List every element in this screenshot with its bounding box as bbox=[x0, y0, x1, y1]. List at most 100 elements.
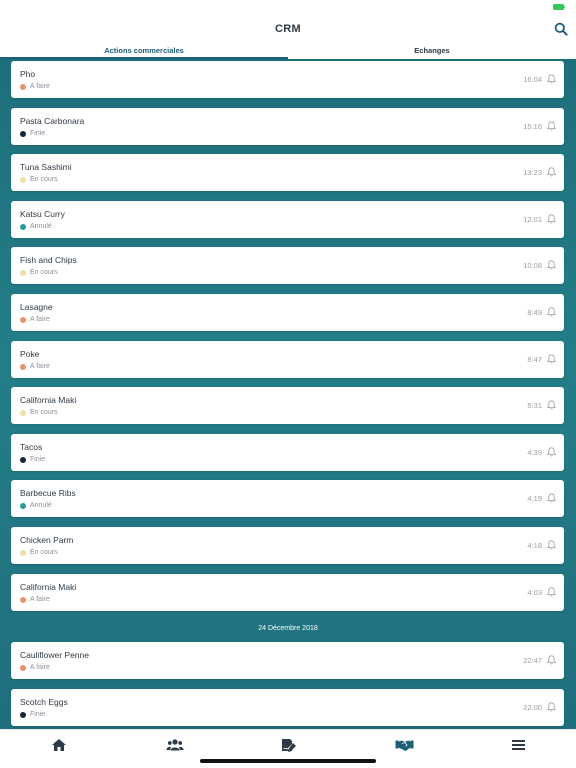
status-badge: A faire bbox=[20, 596, 50, 603]
status-badge: Finie bbox=[20, 711, 45, 718]
status-badge: A faire bbox=[20, 363, 50, 370]
bell-icon[interactable] bbox=[547, 493, 556, 503]
item-time: 13:23 bbox=[523, 168, 542, 177]
item-time: 10:08 bbox=[523, 261, 542, 270]
list-item[interactable]: Katsu Curry Annulé 12:01 bbox=[11, 201, 564, 238]
list-item[interactable]: Chicken Parm En cours 4:18 bbox=[11, 527, 564, 564]
list-item[interactable]: Pasta Carbonara Finie 15:16 bbox=[11, 108, 564, 145]
item-title: Tuna Sashimi bbox=[20, 162, 72, 172]
status-label: A faire bbox=[30, 316, 50, 323]
status-label: En cours bbox=[30, 269, 58, 276]
bell-icon[interactable] bbox=[547, 655, 556, 665]
list-item[interactable]: Tuna Sashimi En cours 13:23 bbox=[11, 154, 564, 191]
item-time: 22:00 bbox=[523, 703, 542, 712]
signature-icon[interactable] bbox=[281, 738, 297, 752]
item-time: 8:49 bbox=[527, 308, 542, 317]
status-dot bbox=[20, 223, 26, 230]
item-time: 4:39 bbox=[527, 448, 542, 457]
bell-icon[interactable] bbox=[547, 167, 556, 177]
status-dot bbox=[20, 409, 26, 416]
home-indicator bbox=[200, 759, 376, 763]
list-item[interactable]: Fish and Chips En cours 10:08 bbox=[11, 247, 564, 284]
list-item[interactable]: Lasagne A faire 8:49 bbox=[11, 294, 564, 331]
status-dot bbox=[20, 596, 26, 603]
status-badge: Annulé bbox=[20, 223, 52, 230]
home-icon[interactable] bbox=[51, 738, 67, 752]
list-item[interactable]: Cauliflower Penne A faire 22:47 bbox=[11, 642, 564, 679]
status-dot bbox=[20, 269, 26, 276]
bell-icon[interactable] bbox=[547, 74, 556, 84]
item-time: 12:01 bbox=[523, 215, 542, 224]
status-dot bbox=[20, 83, 26, 90]
item-time: 22:47 bbox=[523, 656, 542, 665]
bell-icon[interactable] bbox=[547, 702, 556, 712]
bell-icon[interactable] bbox=[547, 307, 556, 317]
bell-icon[interactable] bbox=[547, 121, 556, 131]
item-title: Scotch Eggs bbox=[20, 697, 68, 707]
item-time: 4:03 bbox=[527, 588, 542, 597]
users-icon[interactable] bbox=[166, 738, 184, 752]
item-title: Tacos bbox=[20, 442, 43, 452]
list-item[interactable]: California Maki A faire 4:03 bbox=[11, 574, 564, 611]
status-badge: En cours bbox=[20, 269, 58, 276]
status-label: Annulé bbox=[30, 502, 52, 509]
item-time: 15:16 bbox=[523, 122, 542, 131]
status-label: Annulé bbox=[30, 223, 52, 230]
handshake-icon[interactable] bbox=[395, 738, 414, 752]
tab-actions-commerciales[interactable]: Actions commerciales bbox=[0, 46, 288, 55]
status-badge: En cours bbox=[20, 409, 58, 416]
item-time: 4:19 bbox=[527, 494, 542, 503]
battery-icon bbox=[553, 4, 565, 10]
menu-icon[interactable] bbox=[511, 738, 527, 752]
bell-icon[interactable] bbox=[547, 587, 556, 597]
bell-icon[interactable] bbox=[547, 214, 556, 224]
status-dot bbox=[20, 363, 26, 370]
item-title: Barbecue Ribs bbox=[20, 488, 76, 498]
segmented-tabs: Actions commerciales Echanges bbox=[0, 44, 576, 59]
item-title: Katsu Curry bbox=[20, 209, 65, 219]
page-title: CRM bbox=[275, 23, 301, 35]
item-title: Chicken Parm bbox=[20, 535, 74, 545]
status-badge: A faire bbox=[20, 316, 50, 323]
status-badge: Finie bbox=[20, 456, 45, 463]
status-badge: A faire bbox=[20, 83, 50, 90]
status-label: Finie bbox=[30, 130, 46, 137]
item-title: Pasta Carbonara bbox=[20, 116, 85, 126]
bell-icon[interactable] bbox=[547, 354, 556, 364]
status-dot bbox=[20, 549, 26, 556]
status-badge: Annulé bbox=[20, 502, 52, 509]
status-badge: A faire bbox=[20, 664, 50, 671]
list-item[interactable]: Tacos Finie 4:39 bbox=[11, 434, 564, 471]
item-time: 8:47 bbox=[527, 355, 542, 364]
search-icon[interactable] bbox=[554, 22, 568, 36]
status-label: A faire bbox=[30, 363, 50, 370]
list-item[interactable]: Poke A faire 8:47 bbox=[11, 341, 564, 378]
status-label: A faire bbox=[30, 664, 50, 671]
bell-icon[interactable] bbox=[547, 447, 556, 457]
item-title: California Maki bbox=[20, 395, 77, 405]
status-dot bbox=[20, 456, 26, 463]
item-time: 5:31 bbox=[527, 401, 542, 410]
status-label: En cours bbox=[30, 549, 58, 556]
list-item[interactable]: Pho A faire 16:04 bbox=[11, 61, 564, 98]
item-title: California Maki bbox=[20, 582, 77, 592]
status-bar bbox=[0, 0, 576, 16]
list-item[interactable]: Scotch Eggs Finie 22:00 bbox=[11, 689, 564, 726]
bell-icon[interactable] bbox=[547, 260, 556, 270]
tab-echanges[interactable]: Echanges bbox=[288, 46, 576, 55]
item-title: Cauliflower Penne bbox=[20, 650, 89, 660]
status-dot bbox=[20, 711, 26, 718]
actions-list[interactable]: Pho A faire 16:04 Pasta Carbonara Finie 15:16… bbox=[0, 59, 576, 729]
status-badge: En cours bbox=[20, 176, 58, 183]
status-dot bbox=[20, 130, 26, 137]
list-item[interactable]: Barbecue Ribs Annulé 4:19 bbox=[11, 480, 564, 517]
list-item[interactable]: California Maki En cours 5:31 bbox=[11, 387, 564, 424]
bell-icon[interactable] bbox=[547, 540, 556, 550]
item-title: Pho bbox=[20, 69, 36, 79]
status-label: A faire bbox=[30, 596, 50, 603]
item-time: 16:04 bbox=[523, 75, 542, 84]
status-label: En cours bbox=[30, 176, 58, 183]
item-time: 4:18 bbox=[527, 541, 542, 550]
status-label: En cours bbox=[30, 409, 58, 416]
bell-icon[interactable] bbox=[547, 400, 556, 410]
